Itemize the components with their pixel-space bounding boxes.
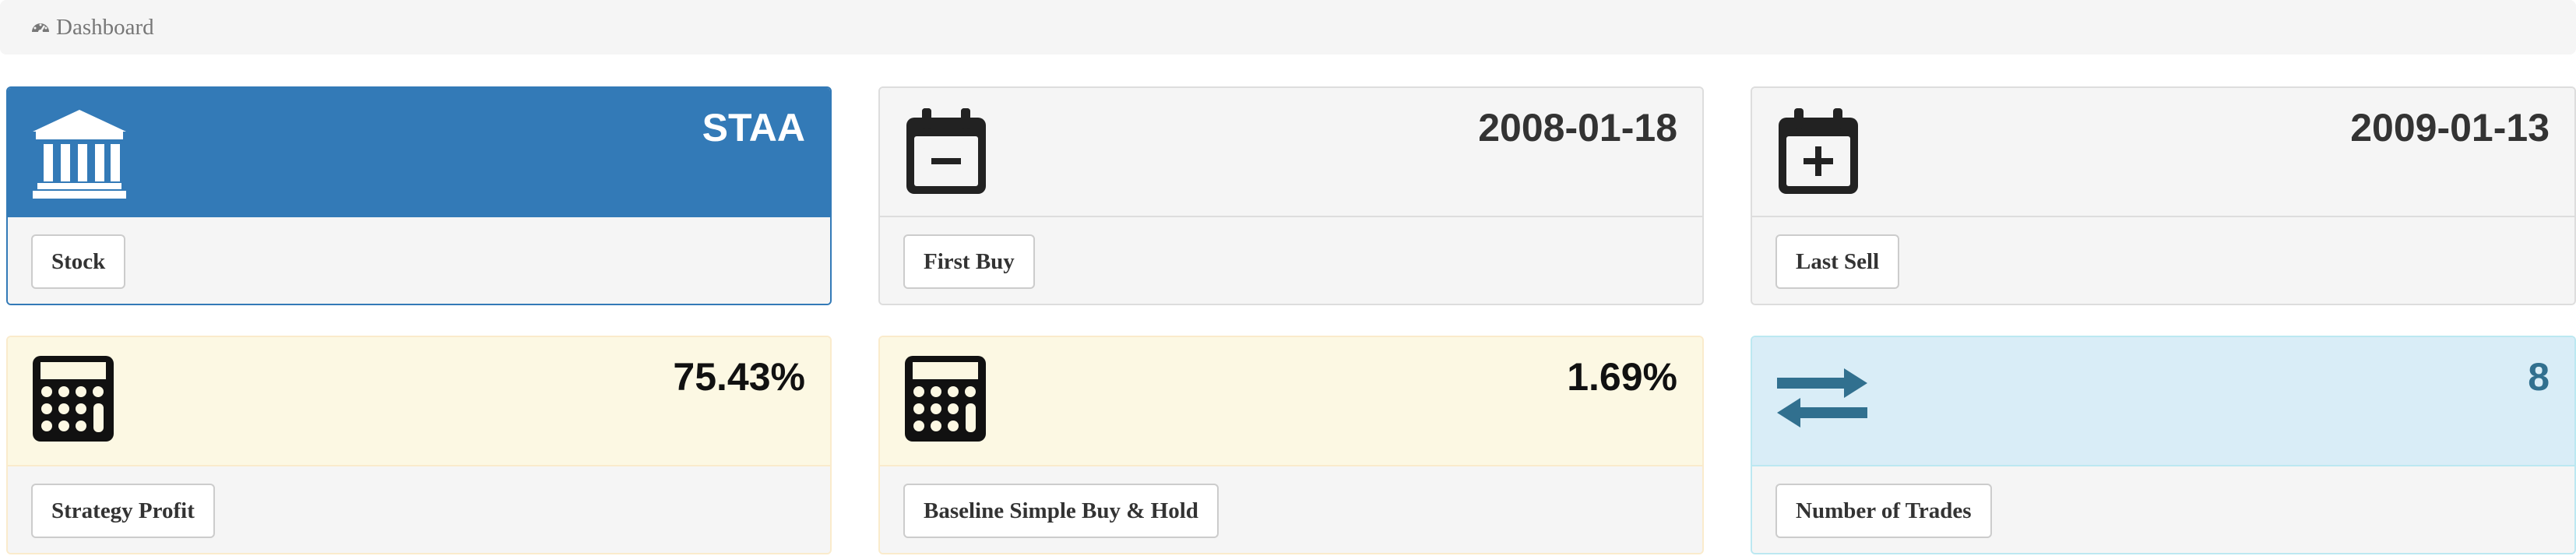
trades-card: 8 Number of Trades <box>1751 336 2576 554</box>
stock-symbol: STAA <box>702 106 805 150</box>
exchange-arrows-icon <box>1777 368 1867 428</box>
trades-card-footer: Number of Trades <box>1752 465 2574 553</box>
stock-button[interactable]: Stock <box>31 234 126 289</box>
baseline-profit-value: 1.69% <box>1567 355 1677 399</box>
calculator-icon <box>33 356 114 442</box>
trades-button[interactable]: Number of Trades <box>1775 484 1992 538</box>
trades-card-header: 8 <box>1752 337 2574 465</box>
strategy-profit-button[interactable]: Strategy Profit <box>31 484 215 538</box>
stock-card-header: STAA <box>8 88 830 216</box>
strategy-profit-card: 75.43% Strategy Profit <box>6 336 832 554</box>
last-sell-button[interactable]: Last Sell <box>1775 234 1900 289</box>
last-sell-card-header: 2009-01-13 <box>1752 88 2574 216</box>
calendar-minus-icon <box>906 108 986 194</box>
first-buy-card-header: 2008-01-18 <box>880 88 1702 216</box>
last-sell-date: 2009-01-13 <box>2350 106 2550 150</box>
bank-icon <box>33 110 126 199</box>
breadcrumb: Dashboard <box>0 0 2576 55</box>
baseline-card-footer: Baseline Simple Buy & Hold <box>880 465 1702 553</box>
strategy-profit-value: 75.43% <box>673 355 805 399</box>
baseline-button[interactable]: Baseline Simple Buy & Hold <box>903 484 1219 538</box>
baseline-card-header: 1.69% <box>880 337 1702 465</box>
breadcrumb-dashboard-link[interactable]: Dashboard <box>56 15 154 40</box>
dashboard-icon <box>32 23 49 34</box>
strategy-profit-card-header: 75.43% <box>8 337 830 465</box>
first-buy-button[interactable]: First Buy <box>903 234 1035 289</box>
strategy-profit-card-footer: Strategy Profit <box>8 465 830 553</box>
last-sell-card: 2009-01-13 Last Sell <box>1751 86 2576 305</box>
baseline-card: 1.69% Baseline Simple Buy & Hold <box>878 336 1704 554</box>
first-buy-card-footer: First Buy <box>880 216 1702 304</box>
first-buy-card: 2008-01-18 First Buy <box>878 86 1704 305</box>
calendar-plus-icon <box>1779 108 1858 194</box>
calculator-icon <box>905 356 986 442</box>
stock-card-footer: Stock <box>8 216 830 304</box>
stock-card: STAA Stock <box>6 86 832 305</box>
last-sell-card-footer: Last Sell <box>1752 216 2574 304</box>
first-buy-date: 2008-01-18 <box>1478 106 1677 150</box>
trades-count: 8 <box>2528 355 2550 399</box>
